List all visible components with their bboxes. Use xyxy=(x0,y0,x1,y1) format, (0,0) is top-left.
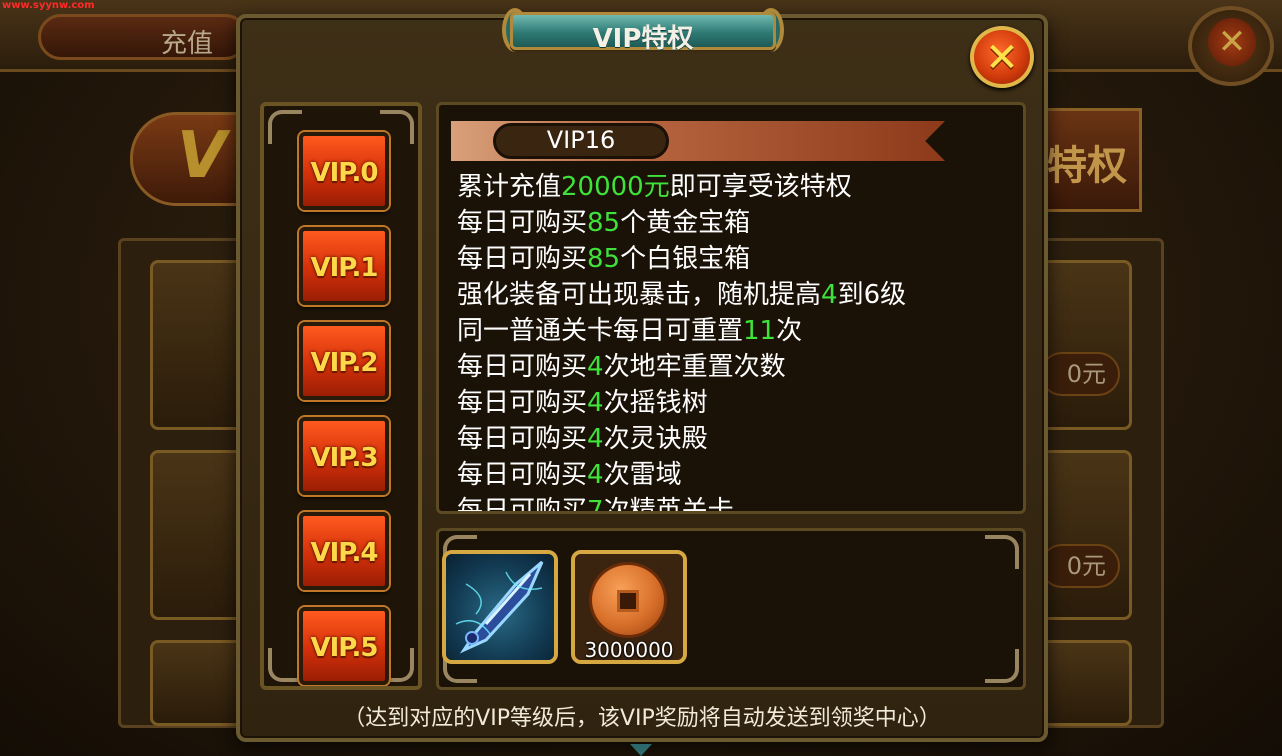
privilege-line: 强化装备可出现暴击，随机提高4到6级 xyxy=(457,280,907,310)
privilege-lines: 累计充值20000元即可享受该特权 每日可购买85个黄金宝箱 每日可购买85个白… xyxy=(457,169,1017,514)
background-banner-left-text: V xyxy=(177,119,227,193)
privilege-line: 每日可购买85个黄金宝箱 xyxy=(457,208,751,238)
privilege-list-panel[interactable]: VIP16 累计充值20000元即可享受该特权 每日可购买85个黄金宝箱 每日可… xyxy=(436,102,1026,514)
background-tab-label: 充值 xyxy=(161,29,214,59)
background-card xyxy=(1040,260,1132,430)
privilege-line: 每日可购买4次摇钱树 xyxy=(457,388,708,418)
background-card xyxy=(150,260,248,430)
vip-level-button-1[interactable]: VIP.1 xyxy=(299,227,389,305)
selected-level-title: VIP16 xyxy=(546,126,616,154)
background-card xyxy=(150,450,248,620)
background-close-button: ✕ xyxy=(1188,6,1274,86)
privilege-line: 每日可购买4次灵诀殿 xyxy=(457,424,708,454)
vip-level-label: VIP.1 xyxy=(310,253,378,283)
vip-level-button-4[interactable]: VIP.4 xyxy=(299,512,389,590)
ornament-corner xyxy=(985,649,1019,683)
privilege-line: 每日可购买4次地牢重置次数 xyxy=(457,352,786,382)
background-card xyxy=(150,640,248,726)
privilege-line: 每日可购买4次雷域 xyxy=(457,460,682,490)
coin-disc xyxy=(589,562,667,638)
vip-level-label: VIP.5 xyxy=(310,633,378,663)
vip-level-list[interactable]: VIP.0 VIP.1 VIP.2 VIP.3 VIP.4 VIP.5 xyxy=(260,102,422,690)
privilege-line: 每日可购买7次精英关卡 xyxy=(457,496,734,514)
privilege-line: 累计充值20000元即可享受该特权 xyxy=(457,172,852,202)
background-recharge-tab: 充值 xyxy=(38,14,248,60)
background-card xyxy=(1040,450,1132,620)
vip-level-label: VIP.0 xyxy=(310,158,378,188)
close-icon: ✕ xyxy=(985,35,1019,81)
background-banner-right-text: 特权 xyxy=(1047,143,1127,189)
vip-level-button-2[interactable]: VIP.2 xyxy=(299,322,389,400)
vip-level-button-0[interactable]: VIP.0 xyxy=(299,132,389,210)
ornament-corner xyxy=(985,535,1019,569)
dialog-title: VIP特权 xyxy=(592,24,694,54)
sword-icon[interactable] xyxy=(446,554,554,660)
vip-level-label: VIP.2 xyxy=(310,348,378,378)
coin-hole xyxy=(617,590,639,612)
reward-quantity: 3000000 xyxy=(584,638,674,662)
ornament-corner xyxy=(268,648,302,682)
watermark: www.syynw.com xyxy=(2,0,95,11)
background-close-icon: ✕ xyxy=(1208,18,1256,66)
ornament-corner xyxy=(268,110,302,144)
vip-level-button-3[interactable]: VIP.3 xyxy=(299,417,389,495)
reward-footnote: （达到对应的VIP等级后，该VIP奖励将自动发送到领奖中心） xyxy=(343,706,941,731)
privilege-line: 每日可购买85个白银宝箱 xyxy=(457,244,751,274)
background-card xyxy=(1040,640,1132,726)
vip-level-button-5[interactable]: VIP.5 xyxy=(299,607,389,685)
background-banner-right: 特权 xyxy=(1040,108,1142,212)
vip-level-label: VIP.4 xyxy=(310,538,378,568)
sword-graphic xyxy=(455,560,544,654)
background-price-tag: 0元 xyxy=(1040,544,1120,588)
dialog-title-plate: VIP特权 xyxy=(502,6,784,54)
vip-level-label: VIP.3 xyxy=(310,443,378,473)
close-button[interactable]: ✕ xyxy=(970,26,1034,88)
background-price-tag: 0元 xyxy=(1040,352,1120,396)
privilege-line: 同一普通关卡每日可重置11次 xyxy=(457,316,803,346)
